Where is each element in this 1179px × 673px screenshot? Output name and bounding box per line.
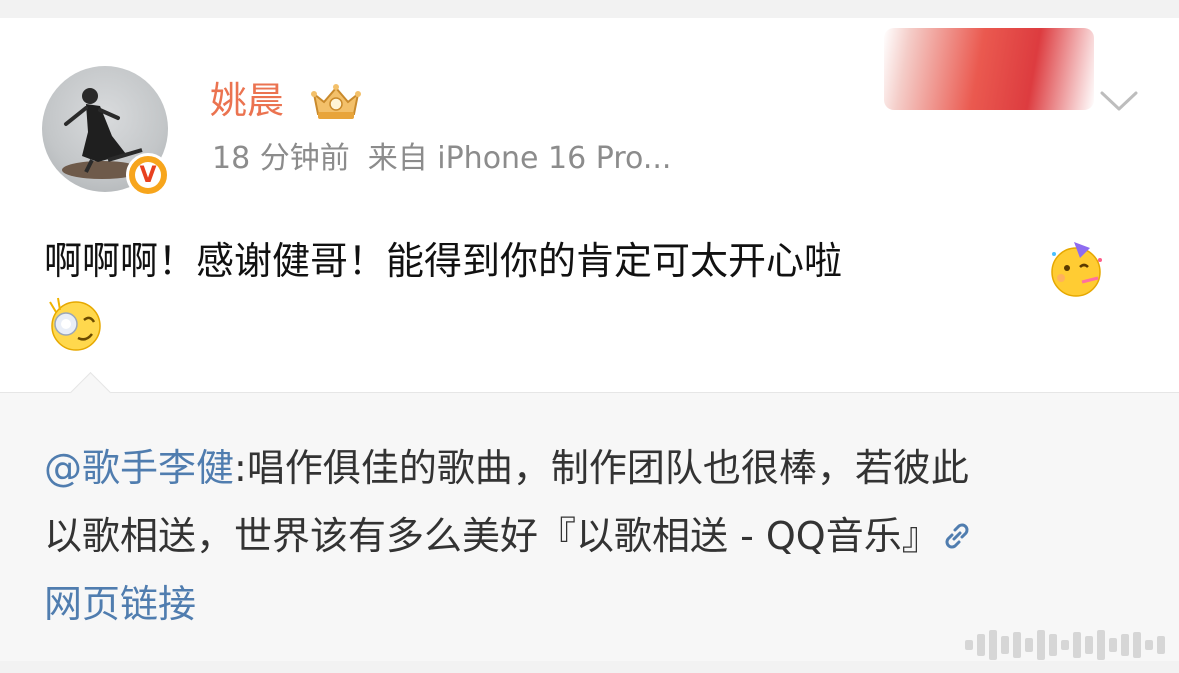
repost-line-1: @歌手李健:唱作俱佳的歌曲，制作团队也很棒，若彼此 <box>44 434 1144 502</box>
music-link[interactable]: 『以歌相送 - QQ音乐』 <box>538 514 940 558</box>
repost-content: @歌手李健:唱作俱佳的歌曲，制作团队也很棒，若彼此 以歌相送，世界该有多么美好『… <box>44 434 1144 638</box>
mention-link[interactable]: @歌手李健 <box>44 446 234 490</box>
watermark-icon <box>965 630 1165 660</box>
repost-text-2: 以歌相送，世界该有多么美好 <box>44 514 539 558</box>
post-meta: 18 分钟前 来自 iPhone 16 Pro... <box>212 144 671 174</box>
post-text: 啊啊啊！感谢健哥！能得到你的肯定可太开心啦 <box>44 239 843 283</box>
verified-v-icon: V <box>126 153 170 197</box>
post-card[interactable]: V 姚晨 18 分钟前 来自 iPhone 16 Pro... 啊啊啊！感谢健哥！… <box>0 18 1179 392</box>
author-name[interactable]: 姚晨 <box>210 82 284 119</box>
chevron-down-icon[interactable] <box>1099 88 1139 114</box>
link-icon[interactable] <box>940 519 974 553</box>
decoration-banner <box>884 28 1094 110</box>
post-time: 18 分钟前 <box>212 141 350 176</box>
post-source[interactable]: 来自 iPhone 16 Pro... <box>368 141 672 176</box>
party-face-emoji <box>1051 242 1102 297</box>
vip-crown-icon[interactable] <box>308 80 364 122</box>
post-body: 啊啊啊！感谢健哥！能得到你的肯定可太开心啦 <box>44 232 842 290</box>
laughing-emoji <box>49 297 101 351</box>
repost-text-1: :唱作俱佳的歌曲，制作团队也很棒，若彼此 <box>234 446 969 490</box>
repost-line-2: 以歌相送，世界该有多么美好『以歌相送 - QQ音乐』 <box>44 502 1144 570</box>
